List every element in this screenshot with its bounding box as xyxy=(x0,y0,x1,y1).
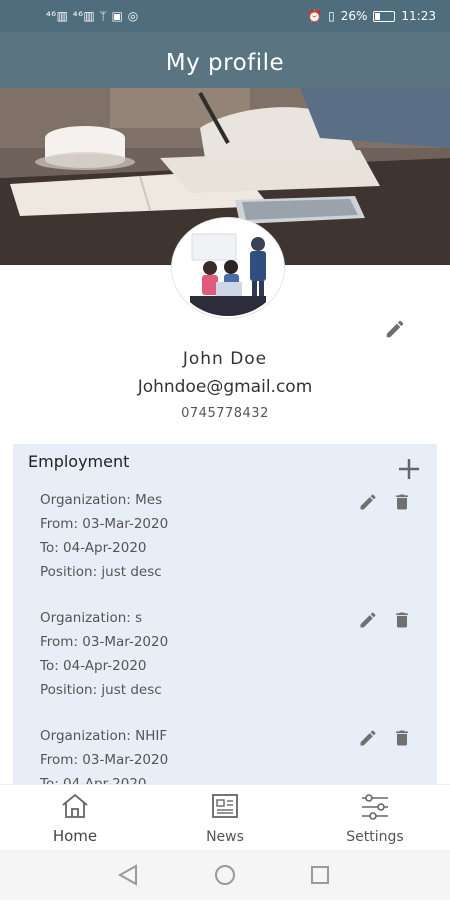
status-icons: ⁴⁶▥ ⁴⁶▥ ᛘ ▣ ◎ xyxy=(46,9,139,23)
nav-home-label: Home xyxy=(52,827,98,845)
delete-employment-button[interactable] xyxy=(392,610,412,630)
entry-actions xyxy=(358,610,412,630)
profile-email: Johndoe@gmail.com xyxy=(137,377,313,397)
pencil-icon xyxy=(386,320,404,338)
entry-organization: Organization: Mes xyxy=(40,492,163,508)
nav-news[interactable]: News xyxy=(170,793,280,845)
back-icon[interactable] xyxy=(117,864,137,886)
edit-profile-button[interactable] xyxy=(384,318,406,340)
employment-entry: Organization: s From: 03-Mar-2020 To: 04… xyxy=(40,606,168,702)
employment-card: Employment Organization: Mes From: 03-Ma… xyxy=(13,444,437,784)
pencil-icon xyxy=(360,494,376,510)
add-employment-button[interactable] xyxy=(398,458,420,480)
vibrate-icon: ▯ xyxy=(328,9,335,23)
entry-actions xyxy=(358,492,412,512)
entry-organization: Organization: NHIF xyxy=(40,728,168,744)
system-nav-bar xyxy=(0,850,450,900)
profile-phone: 0745778432 xyxy=(181,406,269,421)
status-left-icons: ⁴⁶▥ ⁴⁶▥ ᛘ ▣ ◎ xyxy=(46,9,139,23)
clock: 11:23 xyxy=(401,9,436,23)
edit-employment-button[interactable] xyxy=(358,492,378,512)
entry-from: From: 03-Mar-2020 xyxy=(40,634,169,650)
edit-employment-button[interactable] xyxy=(358,728,378,748)
entry-to: To: 04-Apr-2020 xyxy=(40,540,147,556)
nav-settings[interactable]: Settings xyxy=(320,793,430,845)
alarm-icon: ⏰ xyxy=(307,9,323,23)
avatar-illustration xyxy=(174,220,282,316)
nav-news-label: News xyxy=(206,829,244,845)
battery-percent: 26% xyxy=(340,9,368,23)
entry-position: Position: just desc xyxy=(40,682,162,698)
delete-employment-button[interactable] xyxy=(392,492,412,512)
settings-sliders-icon xyxy=(362,794,388,820)
edit-employment-button[interactable] xyxy=(358,610,378,630)
employment-entry: Organization: Mes From: 03-Mar-2020 To: … xyxy=(40,488,168,584)
news-icon xyxy=(212,794,238,818)
entry-from: From: 03-Mar-2020 xyxy=(40,516,169,532)
entry-organization: Organization: s xyxy=(40,610,143,626)
entry-position: Position: just desc xyxy=(40,564,162,580)
profile-name: John Doe xyxy=(182,349,268,369)
employment-entry: Organization: NHIF From: 03-Mar-2020 To:… xyxy=(40,724,168,784)
trash-icon xyxy=(396,730,408,746)
nav-home[interactable]: Home xyxy=(20,793,130,845)
status-bar: ⁴⁶▥ ⁴⁶▥ ᛘ ▣ ◎ ⏰ ▯ 26% 11:23 xyxy=(0,0,450,32)
entry-actions xyxy=(358,728,412,748)
entry-to: To: 04-Apr-2020 xyxy=(40,776,147,784)
plus-icon xyxy=(399,459,419,479)
pencil-icon xyxy=(360,612,376,628)
trash-icon xyxy=(396,494,408,510)
employment-title: Employment xyxy=(28,452,130,471)
home-icon xyxy=(62,793,88,818)
home-circle-icon[interactable] xyxy=(215,865,235,885)
app-bar: My profile xyxy=(0,32,450,88)
status-right: ⏰ ▯ 26% 11:23 xyxy=(307,9,436,23)
page-title: My profile xyxy=(165,50,285,76)
entry-to: To: 04-Apr-2020 xyxy=(40,658,147,674)
nav-settings-label: Settings xyxy=(346,829,404,845)
recents-icon[interactable] xyxy=(311,866,329,884)
battery-icon xyxy=(373,10,396,22)
bottom-nav: Home News Settings xyxy=(0,784,450,851)
system-nav-buttons xyxy=(117,864,329,886)
avatar[interactable] xyxy=(172,218,284,318)
trash-icon xyxy=(396,612,408,628)
entry-from: From: 03-Mar-2020 xyxy=(40,752,169,768)
pencil-icon xyxy=(360,730,376,746)
delete-employment-button[interactable] xyxy=(392,728,412,748)
